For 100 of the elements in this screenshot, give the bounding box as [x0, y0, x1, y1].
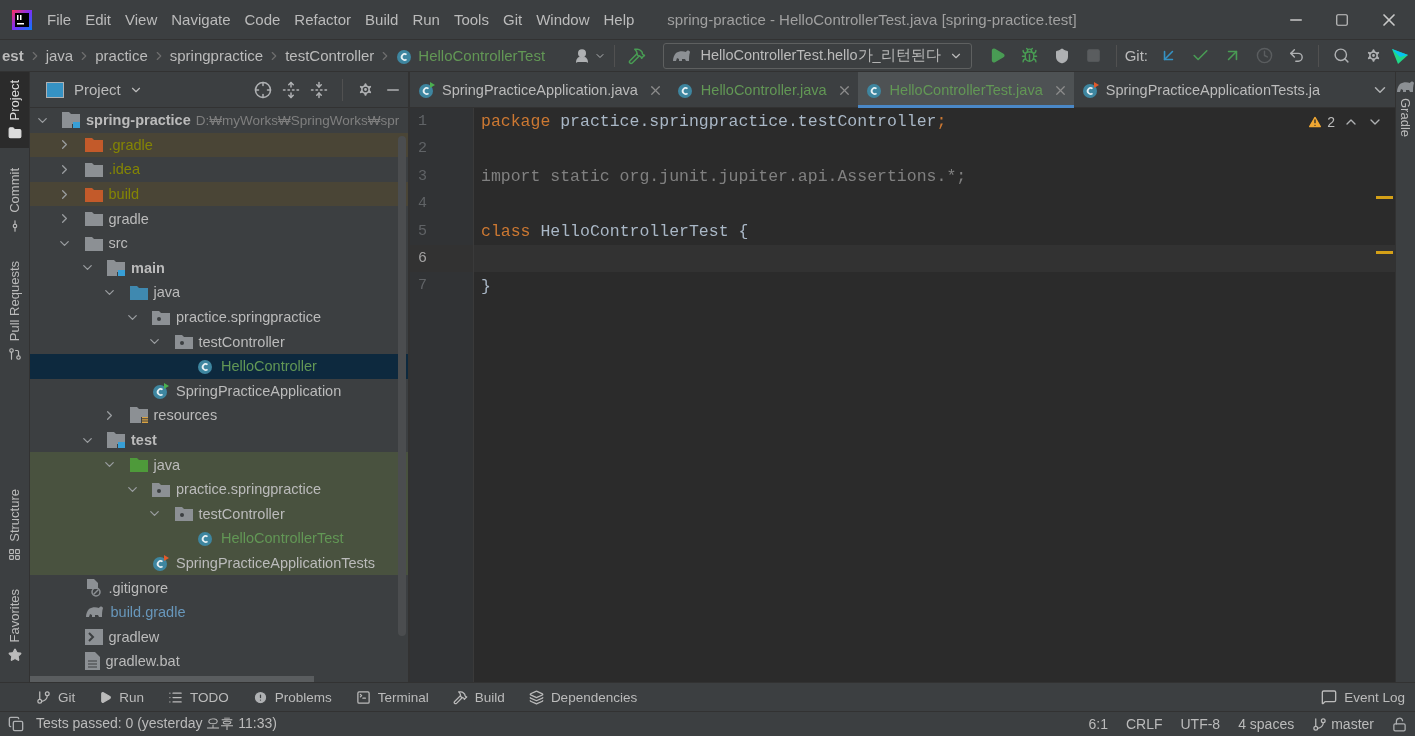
- menu-item[interactable]: Run: [407, 7, 445, 32]
- menu-item[interactable]: Build: [360, 7, 404, 32]
- menu-item[interactable]: Edit: [80, 7, 117, 32]
- menu-item[interactable]: Refactor: [289, 7, 357, 32]
- tree-row[interactable]: main: [30, 255, 408, 281]
- tree-row[interactable]: practice.springpractice: [30, 476, 408, 502]
- tree-item-label: build: [108, 186, 140, 203]
- undo-icon[interactable]: [1287, 47, 1305, 64]
- warning-icon: [1307, 114, 1324, 130]
- editor-tab[interactable]: SpringPracticeApplication.java: [410, 72, 669, 108]
- tree-row[interactable]: SpringPracticeApplicationTests: [30, 550, 408, 576]
- expand-all-icon[interactable]: [282, 80, 300, 99]
- breadcrumb[interactable]: est: [0, 47, 26, 64]
- search-icon[interactable]: [1332, 47, 1350, 64]
- tool-window-tab[interactable]: Gradle: [1395, 80, 1415, 138]
- file-encoding[interactable]: UTF-8: [1180, 716, 1221, 732]
- menu-item[interactable]: View: [120, 7, 163, 32]
- tool-window-tab[interactable]: Structure: [0, 480, 29, 569]
- scrollbar[interactable]: [30, 675, 314, 682]
- menu-item[interactable]: File: [42, 7, 77, 32]
- ignore-file-icon: [84, 578, 103, 597]
- tool-window-button[interactable]: Terminal: [355, 689, 429, 705]
- warning-stripe-mark[interactable]: [1376, 195, 1393, 199]
- settings-icon[interactable]: [357, 81, 374, 98]
- tool-window-button[interactable]: Dependencies: [528, 689, 638, 705]
- toolbox-logo-icon[interactable]: [1391, 46, 1409, 65]
- crosshair-icon[interactable]: [254, 80, 272, 99]
- warning-count[interactable]: 2: [1307, 114, 1335, 130]
- settings-icon[interactable]: [1364, 47, 1382, 64]
- tool-window-button[interactable]: Problems: [252, 689, 332, 705]
- line-separator[interactable]: CRLF: [1125, 716, 1163, 732]
- layout-icon[interactable]: [8, 716, 24, 732]
- panel-icon: [46, 81, 64, 98]
- menu-item[interactable]: Git: [497, 7, 528, 32]
- tree-row[interactable]: java: [30, 452, 408, 477]
- breadcrumb[interactable]: testController: [283, 47, 377, 64]
- star-icon: [7, 648, 22, 662]
- branch-icon: [36, 689, 51, 705]
- menu-item[interactable]: Help: [598, 7, 640, 32]
- tree-item-label: practice.springpractice: [176, 481, 322, 498]
- tool-window-button[interactable]: Run: [99, 689, 145, 705]
- tree-row[interactable]: spring-practice D:₩myWorks₩SpringWorks₩spr: [30, 108, 408, 133]
- breadcrumb[interactable]: practice: [93, 47, 150, 64]
- caret-position[interactable]: 6:1: [1088, 716, 1108, 732]
- breadcrumb[interactable]: HelloControllerTest: [394, 46, 548, 65]
- tool-window-button[interactable]: TODO: [168, 689, 229, 705]
- menu-item[interactable]: Tools: [448, 7, 494, 32]
- module-folder-icon: [62, 112, 80, 129]
- menu-item[interactable]: Navigate: [166, 7, 236, 32]
- tool-window-button[interactable]: Git: [36, 689, 76, 705]
- tree-row[interactable]: build.gradle: [30, 599, 408, 625]
- tree-row[interactable]: test: [30, 427, 408, 453]
- breadcrumb[interactable]: springpractice: [167, 47, 266, 64]
- run-configuration-dropdown[interactable]: HelloControllerTest.hello가_리턴된다: [663, 42, 972, 69]
- tool-window-tab[interactable]: Commit: [0, 160, 29, 242]
- tree-item-label: SpringPracticeApplication: [176, 382, 342, 399]
- class-icon: [197, 529, 215, 548]
- collapse-all-icon[interactable]: [310, 80, 328, 99]
- breadcrumb[interactable]: java: [43, 47, 76, 64]
- editor-tab[interactable]: HelloController.java: [668, 72, 858, 108]
- unlock-icon[interactable]: [1392, 716, 1407, 732]
- code-line: class HelloControllerTest {: [481, 221, 749, 241]
- maximize-icon[interactable]: [1335, 12, 1349, 27]
- indent-setting[interactable]: 4 spaces: [1238, 716, 1295, 732]
- tree-row[interactable]: testController: [30, 329, 408, 354]
- app-logo-icon: [12, 9, 32, 30]
- run-icon[interactable]: [989, 47, 1007, 64]
- tree-row[interactable]: .gitignore: [30, 575, 408, 600]
- menu-item[interactable]: Window: [531, 7, 595, 32]
- tree-row[interactable]: testController: [30, 501, 408, 527]
- warning-stripe-mark[interactable]: [1376, 250, 1393, 254]
- tree-row[interactable]: java: [30, 280, 408, 305]
- tree-row[interactable]: gradle: [30, 206, 408, 231]
- tool-window-button[interactable]: Build: [452, 689, 505, 705]
- tool-window-tab[interactable]: Favorites: [0, 580, 29, 670]
- hammer-icon[interactable]: [628, 46, 647, 65]
- folder-icon: [84, 235, 103, 251]
- event-log-button[interactable]: Event Log: [1321, 689, 1405, 705]
- bug-icon[interactable]: [1021, 47, 1039, 64]
- shield-icon[interactable]: [1053, 47, 1070, 64]
- folder-icon: [84, 137, 103, 153]
- tree-row[interactable]: gradlew: [30, 624, 408, 650]
- menu-item[interactable]: Code: [239, 7, 286, 32]
- tree-row[interactable]: resources: [30, 403, 408, 428]
- tool-window-tab[interactable]: Pull Requests: [0, 253, 29, 370]
- layers-icon: [528, 689, 544, 705]
- editor-tab[interactable]: SpringPracticeApplicationTests.ja: [1073, 72, 1327, 108]
- tree-row[interactable]: src: [30, 230, 408, 256]
- play-icon: [99, 690, 113, 704]
- tree-row[interactable]: gradlew.bat: [30, 649, 408, 674]
- tree-row[interactable]: SpringPracticeApplication: [30, 378, 408, 404]
- package-icon: [152, 481, 170, 497]
- tree-row[interactable]: practice.springpractice: [30, 304, 408, 330]
- panel-title-dropdown[interactable]: Project: [74, 81, 143, 98]
- user-icon[interactable]: [574, 47, 591, 64]
- git-branch[interactable]: master: [1312, 716, 1374, 732]
- tool-window-tab[interactable]: Project: [0, 72, 29, 149]
- tree-item-label: resources: [153, 407, 218, 424]
- scrollbar[interactable]: [398, 136, 406, 636]
- tree-row[interactable]: HelloController: [30, 353, 408, 379]
